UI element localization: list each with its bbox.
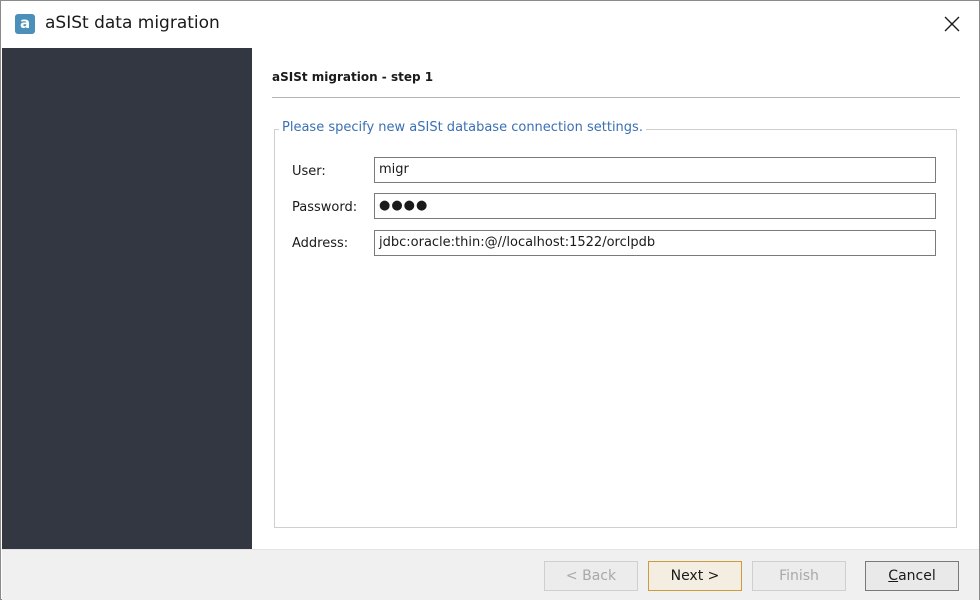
group-title: Please specify new aSISt database connec… bbox=[279, 120, 646, 135]
cancel-button[interactable]: Cancel bbox=[865, 561, 959, 591]
back-button[interactable]: < Back bbox=[544, 561, 638, 591]
button-bar: < Back Next > Finish Cancel bbox=[2, 549, 979, 600]
window-title: aSISt data migration bbox=[45, 13, 220, 33]
wizard-sidebar bbox=[2, 48, 252, 549]
close-button[interactable] bbox=[935, 9, 969, 39]
app-icon: a bbox=[15, 14, 35, 34]
address-field[interactable]: jdbc:oracle:thin:@//localhost:1522/orclp… bbox=[374, 230, 936, 256]
next-button[interactable]: Next > bbox=[648, 561, 742, 591]
user-field[interactable]: migr bbox=[374, 157, 936, 183]
address-label: Address: bbox=[292, 236, 349, 251]
finish-button[interactable]: Finish bbox=[752, 561, 846, 591]
cancel-label-rest: ancel bbox=[898, 568, 936, 584]
title-bar: a aSISt data migration bbox=[1, 1, 979, 47]
connection-settings-group: Please specify new aSISt database connec… bbox=[274, 120, 957, 528]
user-label: User: bbox=[292, 164, 326, 179]
step-separator bbox=[272, 97, 960, 98]
wizard-content: aSISt migration - step 1 Please specify … bbox=[252, 48, 979, 549]
password-label: Password: bbox=[292, 200, 358, 215]
password-field[interactable]: ●●●● bbox=[374, 193, 936, 219]
close-icon bbox=[944, 16, 960, 32]
step-title: aSISt migration - step 1 bbox=[272, 70, 434, 84]
migration-dialog: a aSISt data migration aSISt migration -… bbox=[0, 0, 980, 600]
cancel-mnemonic: C bbox=[888, 568, 899, 584]
